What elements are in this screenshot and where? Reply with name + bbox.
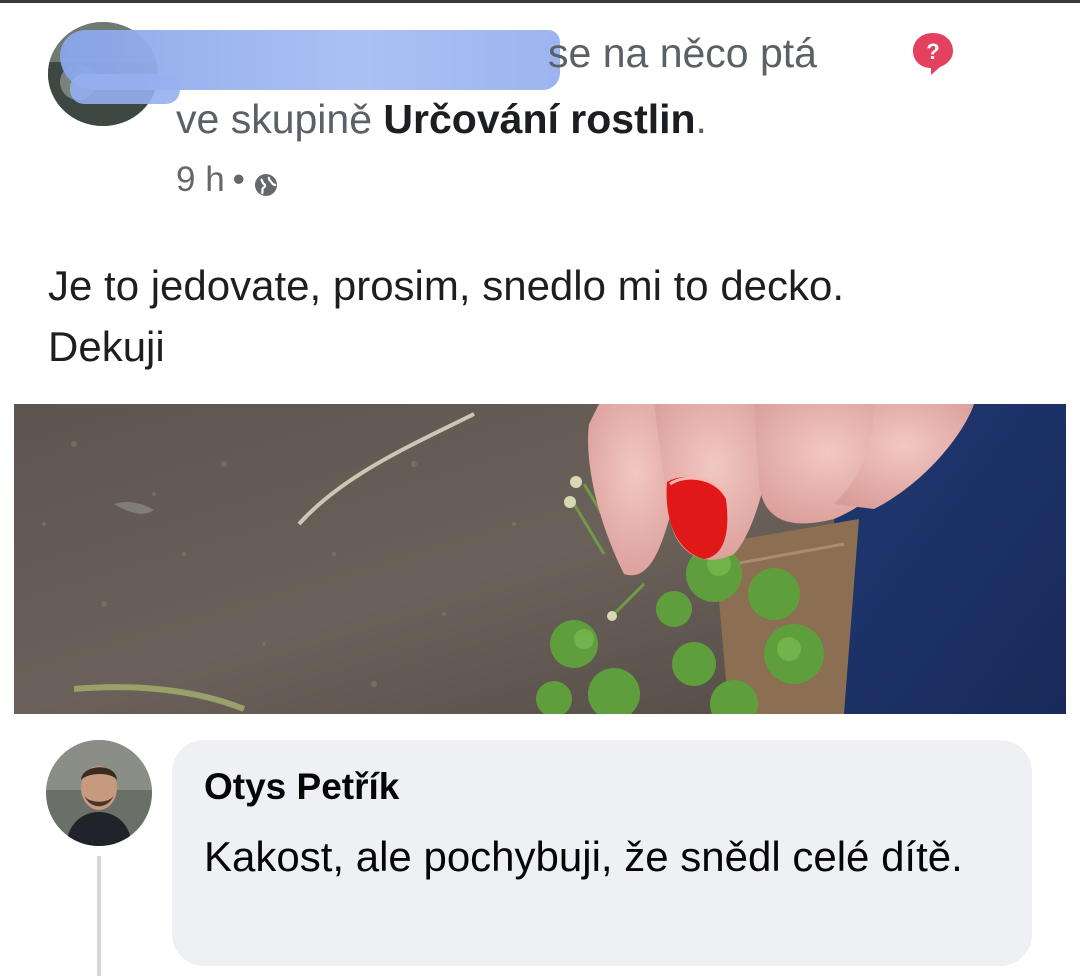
post-photo[interactable] [14, 404, 1066, 714]
svg-text:?: ? [926, 39, 939, 64]
comment-text: Kakost, ale pochybuji, že snědl celé dít… [204, 833, 963, 880]
redacted-author-name-tail [70, 74, 180, 104]
meta-separator: • [232, 160, 245, 199]
thread-line [97, 856, 101, 976]
group-name-link[interactable]: Určování rostlin [383, 96, 695, 142]
post-meta: 9 h • [176, 160, 279, 200]
group-prefix: ve skupině [176, 96, 373, 142]
post-body: Je to jedovate, prosim, snedlo mi to dec… [48, 262, 845, 370]
post-timestamp[interactable]: 9 h [176, 160, 225, 200]
top-divider [0, 0, 1080, 3]
commenter-avatar[interactable] [46, 740, 152, 846]
post-action-text: se na něco ptá [548, 30, 817, 76]
question-bubble-icon: ? [910, 30, 956, 76]
group-suffix: . [695, 96, 707, 142]
commenter-name[interactable]: Otys Petřík [204, 766, 399, 808]
globe-icon [253, 167, 279, 196]
group-line: ve skupině Určování rostlin. [176, 96, 707, 143]
